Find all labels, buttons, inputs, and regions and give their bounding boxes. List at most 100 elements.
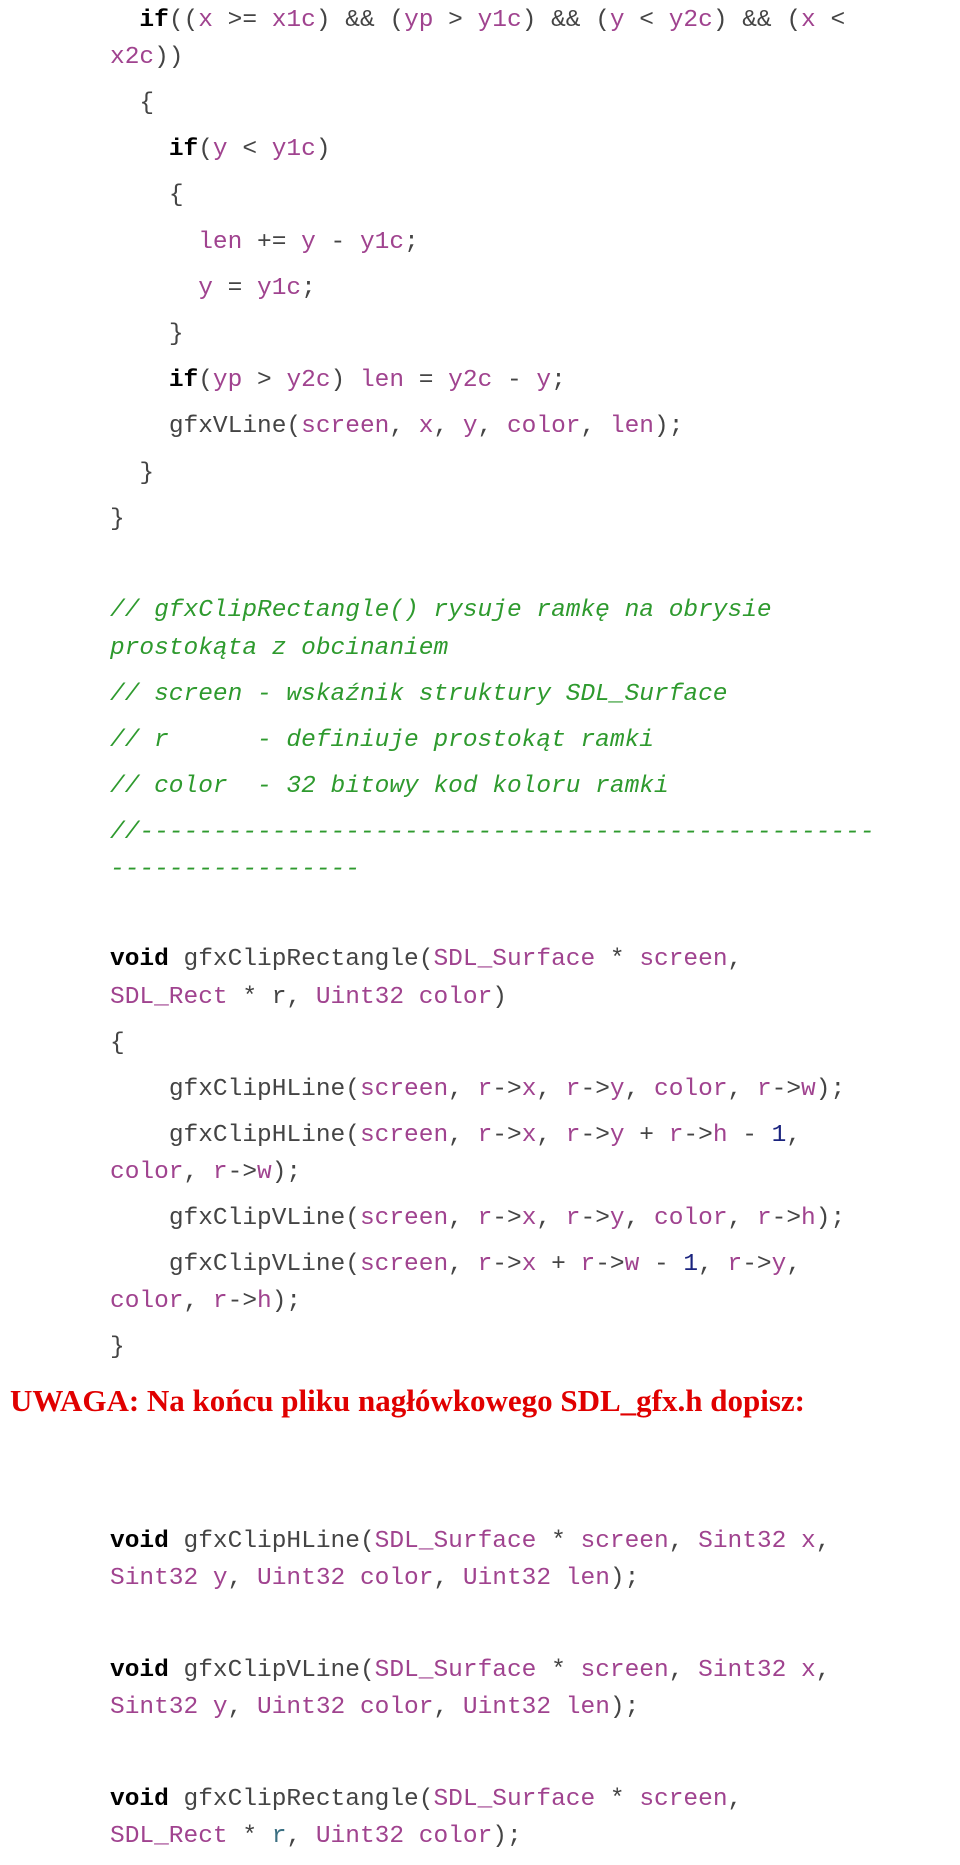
code-token: r bbox=[756, 1076, 772, 1103]
code-token: * bbox=[595, 1786, 640, 1813]
code-token: -> bbox=[580, 1122, 610, 1149]
code-token: } bbox=[139, 460, 155, 487]
code-token: y bbox=[609, 1122, 625, 1149]
code-token: len bbox=[198, 229, 243, 256]
code-line: gfxClipVLine(screen, r->x + r->w - 1, r-… bbox=[110, 1246, 801, 1283]
code-token: , bbox=[448, 1122, 478, 1149]
code-token: color bbox=[359, 1565, 434, 1592]
code-token: x bbox=[521, 1205, 537, 1232]
code-line: Sint32 y, Uint32 color, Uint32 len); bbox=[110, 1689, 639, 1726]
code-token: , bbox=[536, 1076, 566, 1103]
code-line: { bbox=[110, 1025, 125, 1062]
code-token: -> bbox=[492, 1251, 522, 1278]
code-token: ) bbox=[330, 367, 360, 394]
keyword-token: void bbox=[110, 1657, 169, 1684]
keyword-token: void bbox=[110, 1786, 169, 1813]
code-token: y2c bbox=[448, 367, 493, 394]
code-token: y bbox=[212, 136, 228, 163]
code-token: += bbox=[242, 229, 302, 256]
comment-line: prostokąta z obcinaniem bbox=[110, 630, 448, 667]
code-token: x bbox=[418, 413, 434, 440]
code-token: gfxClipVLine( bbox=[168, 1657, 375, 1684]
comment-line: //--------------------------------------… bbox=[110, 814, 875, 851]
code-token: Sint32 bbox=[110, 1694, 199, 1721]
code-token: } bbox=[110, 1334, 125, 1361]
code-token: r bbox=[477, 1251, 493, 1278]
code-token: SDL_Rect bbox=[110, 1823, 228, 1850]
code-line: gfxClipHLine(screen, r->x, r->y, color, … bbox=[110, 1071, 845, 1108]
code-token: gfxClipVLine( bbox=[168, 1251, 360, 1278]
code-token: - bbox=[639, 1251, 684, 1278]
number-token: 1 bbox=[771, 1122, 787, 1149]
code-token: yp bbox=[212, 367, 243, 394]
code-line: gfxClipHLine(screen, r->x, r->y + r->h -… bbox=[110, 1117, 801, 1154]
code-token: screen bbox=[359, 1205, 449, 1232]
code-token: color bbox=[654, 1205, 728, 1232]
comment-text: prostokąta z obcinaniem bbox=[110, 635, 449, 662]
code-token: * r, bbox=[227, 984, 316, 1011]
code-token: )) bbox=[154, 44, 184, 71]
code-token: -> bbox=[771, 1205, 802, 1232]
code-token: Uint32 bbox=[257, 1565, 346, 1592]
code-token: Sint32 bbox=[110, 1565, 199, 1592]
keyword-token: if bbox=[168, 136, 199, 163]
code-token: { bbox=[110, 1030, 125, 1057]
code-token: r bbox=[756, 1205, 772, 1232]
code-token: * bbox=[227, 1823, 272, 1850]
code-token: -> bbox=[492, 1076, 522, 1103]
code-token: Uint32 bbox=[462, 1565, 552, 1592]
code-token: screen bbox=[359, 1076, 449, 1103]
code-token: ); bbox=[492, 1823, 522, 1850]
code-line: color, r->w); bbox=[110, 1154, 301, 1191]
code-line: len += y - y1c; bbox=[110, 224, 419, 261]
code-token: , bbox=[624, 1076, 655, 1103]
code-token: } bbox=[168, 321, 184, 348]
code-token: (( bbox=[168, 7, 199, 34]
code-token: screen bbox=[639, 946, 728, 973]
code-token: , bbox=[786, 1251, 802, 1278]
number-token: 1 bbox=[683, 1251, 699, 1278]
code-token: ) bbox=[492, 984, 507, 1011]
code-token: color bbox=[110, 1288, 184, 1315]
code-token: , bbox=[536, 1122, 566, 1149]
code-token: -> bbox=[580, 1205, 610, 1232]
code-token: len bbox=[609, 413, 655, 440]
code-token: + bbox=[536, 1251, 581, 1278]
code-token: r bbox=[565, 1076, 581, 1103]
code-token: < bbox=[815, 7, 846, 34]
code-token: ); bbox=[271, 1288, 302, 1315]
code-token: , bbox=[389, 413, 419, 440]
code-token: r bbox=[212, 1288, 228, 1315]
code-token: , bbox=[227, 1565, 258, 1592]
comment-line: // screen - wskaźnik struktury SDL_Surfa… bbox=[110, 676, 728, 713]
code-token: len bbox=[359, 367, 405, 394]
code-token: y1c bbox=[257, 275, 302, 302]
code-token: h bbox=[257, 1288, 272, 1315]
code-line: SDL_Rect * r, Uint32 color); bbox=[110, 1818, 522, 1855]
code-token: SDL_Rect bbox=[110, 984, 228, 1011]
code-token: screen bbox=[580, 1528, 669, 1555]
code-token: Sint32 bbox=[698, 1657, 787, 1684]
code-token: y1c bbox=[477, 7, 522, 34]
code-token: y1c bbox=[359, 229, 405, 256]
comment-text: // screen - wskaźnik struktury SDL_Surfa… bbox=[110, 681, 728, 708]
code-token: color bbox=[654, 1076, 728, 1103]
code-token: , bbox=[183, 1288, 213, 1315]
code-line: } bbox=[110, 501, 125, 538]
code-token: ) && ( bbox=[521, 7, 610, 34]
code-line: } bbox=[110, 1329, 125, 1366]
code-token: y bbox=[198, 275, 213, 302]
warning-heading: UWAGA: Na końcu pliku nagłówkowego SDL_g… bbox=[10, 1383, 805, 1418]
code-token: x bbox=[521, 1076, 537, 1103]
code-line: if(y < y1c) bbox=[110, 131, 331, 168]
code-token: ; bbox=[551, 367, 566, 394]
code-token: r bbox=[477, 1122, 493, 1149]
